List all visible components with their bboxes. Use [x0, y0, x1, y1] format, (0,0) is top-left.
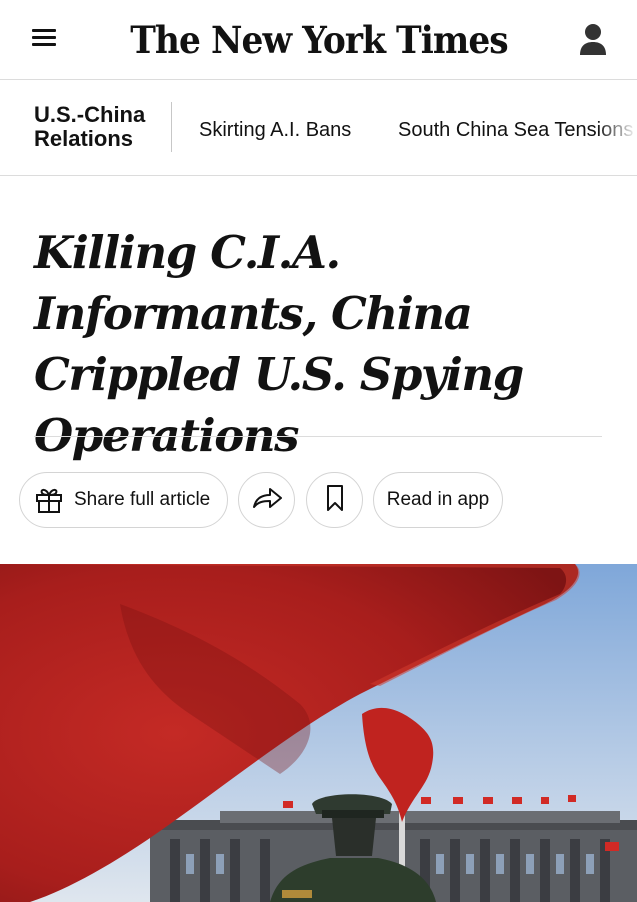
bookmark-icon	[325, 484, 345, 517]
share-button[interactable]	[238, 472, 295, 528]
share-full-article-label: Share full article	[74, 489, 211, 510]
section-link-skirting-ai-bans[interactable]: Skirting A.I. Bans	[199, 118, 351, 142]
hero-image	[0, 564, 637, 902]
gift-icon	[34, 485, 64, 515]
section-nav: U.S.-China Relations Skirting A.I. Bans …	[0, 80, 637, 176]
article-headline: Killing C.I.A. Informants, China Cripple…	[34, 226, 524, 462]
user-account-icon[interactable]	[579, 22, 607, 58]
read-in-app-label: Read in app	[386, 489, 490, 510]
section-title[interactable]: U.S.-China Relations	[34, 103, 158, 151]
save-article-button[interactable]	[306, 472, 363, 528]
share-arrow-icon	[251, 486, 283, 515]
top-bar: The New York Times	[0, 0, 637, 80]
read-in-app-button[interactable]: Read in app	[373, 472, 503, 528]
nav-fade-overlay	[597, 80, 637, 175]
headline-divider	[34, 436, 602, 437]
share-full-article-button[interactable]: Share full article	[19, 472, 228, 528]
hamburger-menu-icon[interactable]	[30, 29, 58, 51]
hero-image-illustration	[0, 564, 637, 902]
section-divider	[171, 102, 172, 152]
nyt-logo[interactable]: The New York Times	[130, 18, 508, 62]
